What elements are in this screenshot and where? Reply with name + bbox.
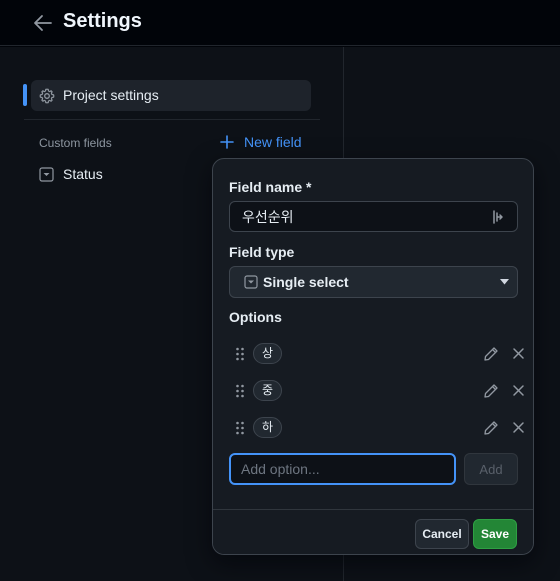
gear-icon (39, 88, 55, 104)
option-label: 중 (253, 380, 283, 401)
drag-handle-icon[interactable] (235, 384, 245, 398)
app-header: Settings (0, 0, 560, 46)
drag-handle-icon[interactable] (235, 347, 245, 361)
field-name-label: Field name * (229, 179, 312, 195)
options-label: Options (229, 309, 282, 325)
field-type-label: Field type (229, 244, 295, 260)
caret-down-icon (500, 279, 509, 285)
field-label: Status (63, 166, 103, 182)
pencil-icon[interactable] (483, 420, 499, 436)
cancel-button[interactable]: Cancel (415, 519, 469, 549)
option-row: 중 (229, 379, 524, 403)
custom-fields-heading: Custom fields (39, 136, 112, 150)
edit-field-dialog: Field name * 우선순위 Field type Single sele… (212, 158, 534, 555)
sidebar-field-status[interactable]: Status (39, 165, 103, 183)
pencil-icon[interactable] (483, 383, 499, 399)
field-type-select[interactable]: Single select (229, 266, 518, 298)
new-field-button[interactable]: New field (220, 131, 302, 153)
active-indicator (23, 84, 27, 106)
dialog-footer: Cancel Save (213, 509, 533, 554)
close-icon[interactable] (512, 384, 525, 397)
add-option-input[interactable] (229, 453, 456, 485)
text-cursor-icon (493, 210, 503, 224)
add-option-button[interactable]: Add (464, 453, 518, 485)
option-row: 상 (229, 342, 524, 366)
option-label: 상 (253, 343, 283, 364)
new-field-label: New field (244, 134, 302, 150)
pencil-icon[interactable] (483, 346, 499, 362)
single-select-icon (39, 166, 54, 182)
close-icon[interactable] (512, 347, 525, 360)
save-button[interactable]: Save (473, 519, 517, 549)
plus-icon (220, 135, 234, 149)
field-name-value: 우선순위 (242, 208, 294, 225)
page-title: Settings (63, 10, 142, 32)
sidebar-item-label: Project settings (63, 87, 159, 103)
sidebar-divider (24, 119, 320, 120)
drag-handle-icon[interactable] (235, 421, 245, 435)
back-arrow-icon[interactable] (32, 12, 54, 34)
option-row: 하 (229, 416, 524, 440)
field-type-value: Single select (263, 274, 349, 290)
single-select-icon (244, 275, 258, 289)
field-name-input[interactable]: 우선순위 (229, 201, 518, 232)
option-label: 하 (253, 417, 283, 438)
close-icon[interactable] (512, 421, 525, 434)
